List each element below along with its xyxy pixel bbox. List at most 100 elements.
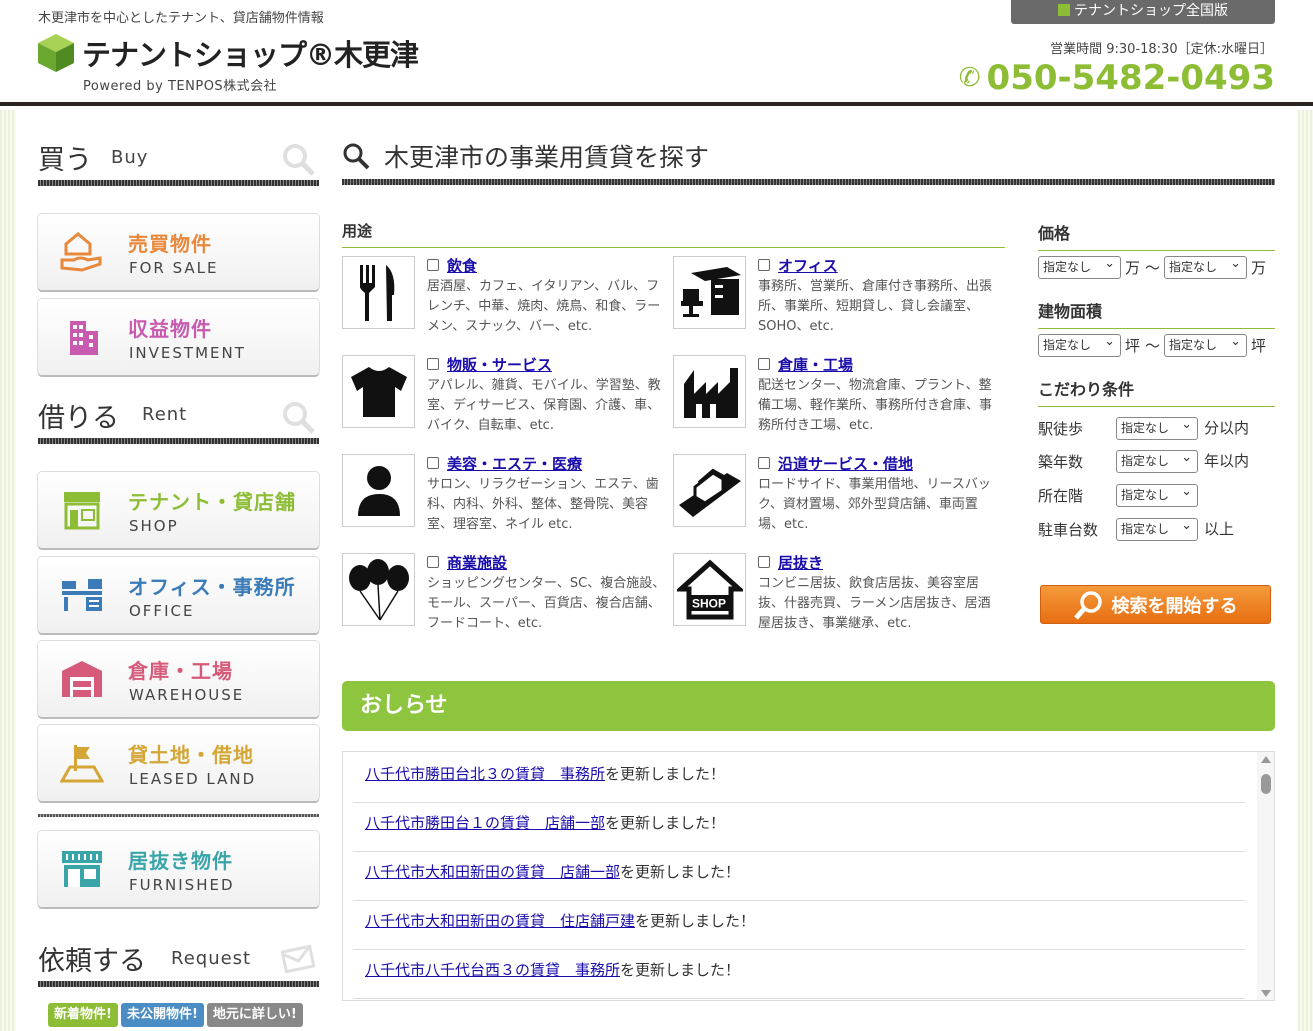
walk-unit: 分以内 xyxy=(1204,419,1250,437)
price-heading: 価格 xyxy=(1038,220,1275,251)
category-desc: ロードサイド、事業用借地、リースバック、資材置場、郊外型貸店舗、車両置場、etc… xyxy=(758,477,991,532)
scroll-thumb[interactable] xyxy=(1261,774,1271,794)
walk-label: 駅徒歩 xyxy=(1038,420,1084,438)
category-desc: ショッピングセンター、SC、複合施設、モール、スーパー、百貨店、複合店舗、フード… xyxy=(427,576,666,631)
nav-investment-label: 収益物件 xyxy=(128,317,212,341)
nav-shop-en: SHOP xyxy=(129,517,179,535)
factory-icon xyxy=(673,355,746,428)
category-name[interactable]: 倉庫・工場 xyxy=(778,354,853,375)
category-desc: サロン、リラクゼーション、エステ、歯科、内科、外科、整体、整骨院、美容室、理容室… xyxy=(427,477,659,532)
badge-unpublished[interactable]: 未公開物件! xyxy=(120,1003,204,1027)
category-name[interactable]: 商業施設 xyxy=(447,552,507,573)
category-restaurant[interactable]: 飲食 居酒屋、カフェ、イタリアン、バル、フレンチ、中華、焼肉、焼鳥、和食、ラーメ… xyxy=(342,255,672,334)
page-title: 木更津市の事業用賃貸を探す xyxy=(342,138,709,174)
news-scrollbar[interactable] xyxy=(1257,752,1274,1000)
nav-for-sale-label: 売買物件 xyxy=(128,232,212,256)
walk-select[interactable]: 指定なし xyxy=(1116,414,1198,440)
category-beauty[interactable]: 美容・エステ・医療 サロン、リラクゼーション、エステ、歯科、内科、外科、整体、整… xyxy=(342,453,672,532)
news-suffix: を更新しました！ xyxy=(635,912,756,930)
business-hours: 営業時間 9:30-18:30［定休:水曜日］ xyxy=(1050,42,1273,57)
category-office[interactable]: オフィス 事務所、営業所、倉庫付き事務所、出張所、事業所、短期貸し、貸し会議室、… xyxy=(673,255,1003,334)
parking-unit: 以上 xyxy=(1204,520,1235,538)
category-name[interactable]: 居抜き xyxy=(778,552,823,573)
age-select[interactable]: 指定なし xyxy=(1116,447,1198,473)
price-min-select[interactable]: 指定なし xyxy=(1038,253,1121,279)
category-checkbox[interactable] xyxy=(427,457,439,469)
category-name[interactable]: 沿道サービス・借地 xyxy=(778,453,913,474)
section-rule xyxy=(38,981,319,987)
site-header: 木更津市を中心としたテナント、貸店舗物件情報 テナントショップ®木更津 Powe… xyxy=(0,0,1313,106)
badge-new[interactable]: 新着物件! xyxy=(48,1003,118,1027)
category-furnished[interactable]: SHOP 居抜き コンビニ居抜、飲食店居抜、美容室居抜、什器売買、ラーメン店居抜… xyxy=(673,552,1003,631)
category-checkbox[interactable] xyxy=(427,358,439,370)
floor-label: 所在階 xyxy=(1038,487,1084,505)
fork-knife-icon xyxy=(342,256,415,329)
furnished-shop-icon xyxy=(62,851,102,887)
search-icon xyxy=(343,143,370,170)
news-link[interactable]: 八千代市大和田新田の賃貸 住店舗戸建 xyxy=(365,912,635,930)
category-checkbox[interactable] xyxy=(427,259,439,271)
category-name[interactable]: 美容・エステ・医療 xyxy=(447,453,582,474)
floor-select[interactable]: 指定なし xyxy=(1116,481,1198,507)
tshirt-icon xyxy=(342,355,415,428)
category-roadside[interactable]: 沿道サービス・借地 ロードサイド、事業用借地、リースバック、資材置場、郊外型貸店… xyxy=(673,453,1003,532)
nav-investment[interactable]: 収益物件 INVESTMENT xyxy=(38,299,319,375)
request-badges: 新着物件! 未公開物件! 地元に詳しい! xyxy=(48,1003,303,1027)
phone-icon: ✆ xyxy=(958,63,981,93)
news-link[interactable]: 八千代市勝田台北３の賃貸 事務所 xyxy=(365,765,605,783)
news-link[interactable]: 八千代市大和田新田の賃貸 店舗一部 xyxy=(365,863,620,881)
badge-local[interactable]: 地元に詳しい! xyxy=(206,1003,303,1027)
category-checkbox[interactable] xyxy=(758,556,770,568)
logo-text: テナントショップ®木更津 xyxy=(82,38,419,72)
category-desc: 配送センター、物流倉庫、プラント、整備工場、軽作業所、事務所付き倉庫、事務所付き… xyxy=(758,378,993,433)
office-desk-icon xyxy=(673,256,746,329)
balloons-icon xyxy=(342,553,415,626)
scroll-down-icon[interactable] xyxy=(1261,990,1271,997)
phone-number[interactable]: ✆ 050-5482-0493 xyxy=(959,58,1275,98)
nav-warehouse[interactable]: 倉庫・工場 WAREHOUSE xyxy=(38,641,319,717)
category-checkbox[interactable] xyxy=(758,259,770,271)
category-checkbox[interactable] xyxy=(427,556,439,568)
nav-furnished-label: 居抜き物件 xyxy=(128,849,233,873)
buy-heading: 買う xyxy=(38,145,92,176)
price-max-select[interactable]: 指定なし xyxy=(1164,253,1247,279)
news-link[interactable]: 八千代市勝田台１の賃貸 店舗一部 xyxy=(365,814,605,832)
category-name[interactable]: 飲食 xyxy=(447,255,477,276)
area-min-select[interactable]: 指定なし xyxy=(1038,331,1121,357)
site-logo[interactable]: テナントショップ®木更津 xyxy=(38,32,419,74)
envelope-icon xyxy=(281,944,315,974)
news-item: 八千代市勝田台北３の賃貸 事務所を更新しました！ xyxy=(353,754,1245,803)
national-site-link[interactable]: テナントショップ全国版 xyxy=(1011,0,1275,24)
nav-leased-land-label: 貸土地・借地 xyxy=(128,743,254,767)
section-rule xyxy=(38,438,319,444)
title-rule xyxy=(342,179,1275,185)
magnifier-icon xyxy=(283,144,315,176)
page-title-text: 木更津市の事業用賃貸を探す xyxy=(384,143,710,172)
nav-office[interactable]: オフィス・事務所 OFFICE xyxy=(38,557,319,633)
nav-furnished[interactable]: 居抜き物件 FURNISHED xyxy=(38,831,319,907)
nav-for-sale[interactable]: 売買物件 FOR SALE xyxy=(38,214,319,290)
news-list[interactable]: 八千代市勝田台北３の賃貸 事務所を更新しました！ 八千代市勝田台１の賃貸 店舗一… xyxy=(342,751,1275,1001)
news-suffix: を更新しました！ xyxy=(620,863,741,881)
news-link[interactable]: 八千代市八千代台西３の賃貸 事務所 xyxy=(365,961,620,979)
section-rule xyxy=(38,180,319,186)
parking-select[interactable]: 指定なし xyxy=(1116,515,1198,541)
nav-shop[interactable]: テナント・貸店舗 SHOP xyxy=(38,472,319,548)
category-warehouse[interactable]: 倉庫・工場 配送センター、物流倉庫、プラント、整備工場、軽作業所、事務所付き倉庫… xyxy=(673,354,1003,433)
warehouse-icon xyxy=(62,661,102,697)
category-checkbox[interactable] xyxy=(758,457,770,469)
category-desc: 居酒屋、カフェ、イタリアン、バル、フレンチ、中華、焼肉、焼鳥、和食、ラーメン、ス… xyxy=(427,279,661,334)
category-name[interactable]: 物販・サービス xyxy=(447,354,552,375)
nav-leased-land[interactable]: 貸土地・借地 LEASED LAND xyxy=(38,725,319,801)
search-start-button[interactable]: 検索を開始する xyxy=(1040,585,1271,624)
news-item: 八千代市大和田新田の賃貸 店舗一部を更新しました！ xyxy=(353,852,1245,901)
area-max-select[interactable]: 指定なし xyxy=(1164,331,1247,357)
scroll-up-icon[interactable] xyxy=(1261,756,1271,763)
nav-for-sale-en: FOR SALE xyxy=(129,259,219,277)
category-commercial[interactable]: 商業施設 ショッピングセンター、SC、複合施設、モール、スーパー、百貨店、複合店… xyxy=(342,552,672,631)
area-unit-tsubo: 坪 xyxy=(1125,337,1141,355)
category-checkbox[interactable] xyxy=(758,358,770,370)
category-name[interactable]: オフィス xyxy=(778,255,838,276)
background-stripe-left xyxy=(0,110,16,1031)
category-retail[interactable]: 物販・サービス アパレル、雑貨、モバイル、学習塾、教室、ディサービス、保育園、介… xyxy=(342,354,672,433)
